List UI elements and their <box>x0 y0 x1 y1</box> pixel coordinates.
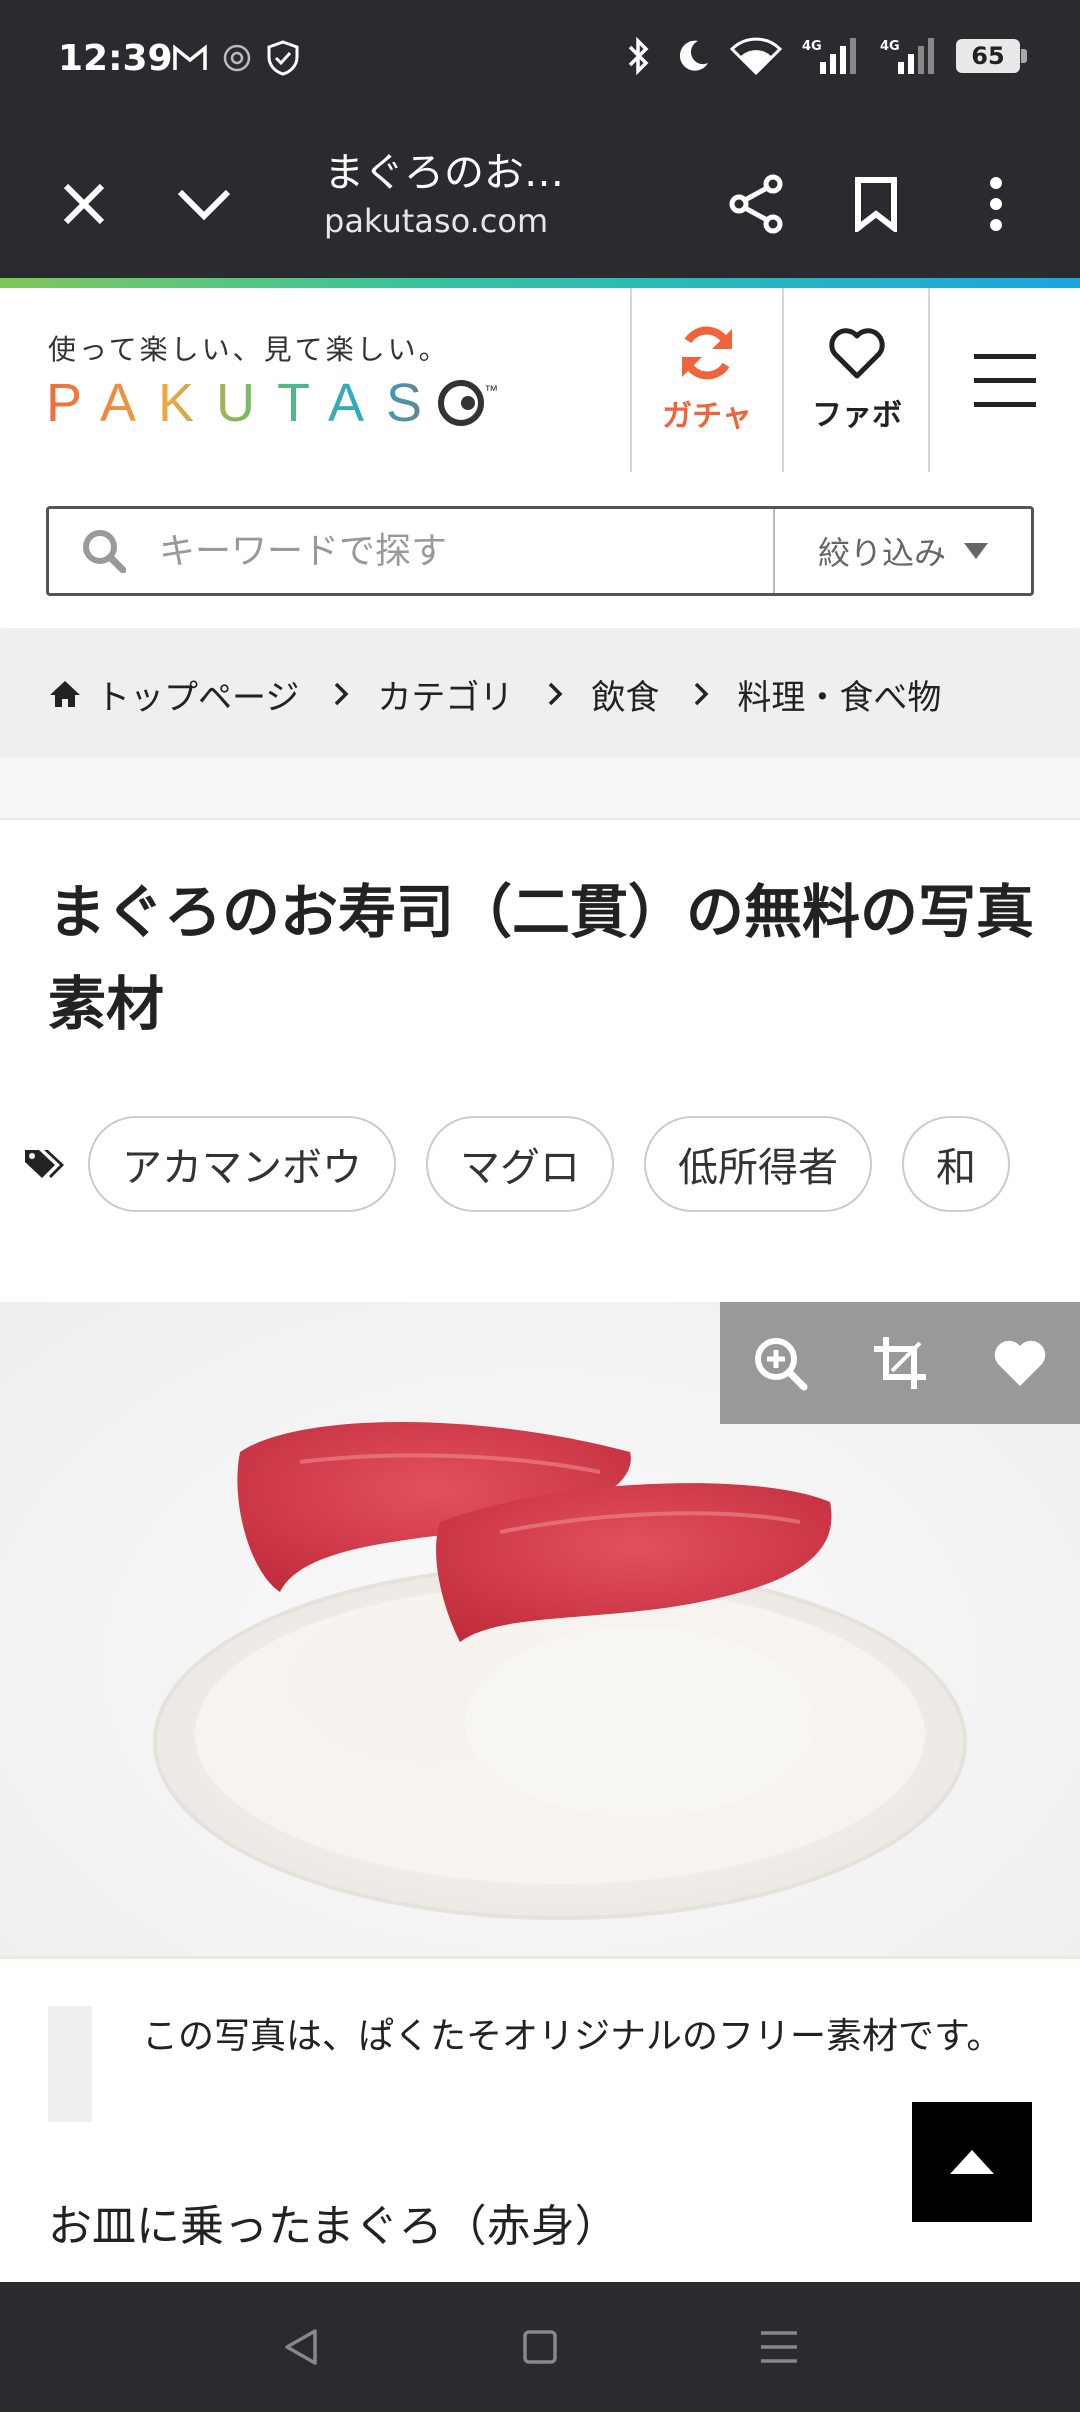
breadcrumb-home[interactable]: トップページ <box>48 670 299 719</box>
chevron-right-icon <box>547 681 563 707</box>
moon-icon <box>679 40 708 71</box>
favorites-button[interactable]: ファボ <box>782 288 930 472</box>
search-icon <box>83 530 126 573</box>
back-to-top-button[interactable] <box>912 2102 1032 2222</box>
battery-indicator: 65 <box>956 39 1027 73</box>
tags-icon <box>0 1147 88 1181</box>
at-sign-icon <box>223 44 251 72</box>
filter-dropdown[interactable]: 絞り込み <box>773 509 1031 593</box>
browser-url[interactable]: pakutaso.com <box>324 202 548 240</box>
license-note: この写真は、ぱくたそオリジナルのフリー素材です。 <box>142 2016 1003 2057</box>
breadcrumb: トップページ カテゴリ 飲食 料理・食べ物 <box>0 630 1080 758</box>
home-button-icon[interactable] <box>522 2329 558 2365</box>
gmail-icon <box>173 44 207 70</box>
close-icon <box>63 183 105 225</box>
caret-down-icon <box>964 543 988 559</box>
crop-icon[interactable] <box>872 1335 928 1391</box>
minimize-tab-button[interactable] <box>164 164 244 244</box>
signal-4g-icon: 4G <box>880 38 934 74</box>
note-accent-bar <box>48 2006 92 2122</box>
chevron-right-icon <box>333 681 349 707</box>
menu-button[interactable] <box>928 288 1080 472</box>
divider <box>0 1956 1080 1959</box>
bookmark-icon <box>855 177 897 232</box>
hamburger-menu-icon <box>974 354 1036 407</box>
share-button[interactable] <box>716 164 796 244</box>
signal-4g-icon: 4G <box>802 38 856 74</box>
logo-tm: ™ <box>484 382 499 398</box>
photo-caption: お皿に乗ったまぐろ（赤身） <box>48 2201 619 2252</box>
logo-o-mark <box>438 380 485 426</box>
wifi-icon <box>730 37 782 75</box>
breadcrumb-item[interactable]: 料理・食べ物 <box>737 670 941 719</box>
page-load-progress <box>0 278 1080 288</box>
site-logo[interactable]: PAKUTAS ™ <box>46 372 498 434</box>
bookmark-button[interactable] <box>836 164 916 244</box>
section-spacer <box>0 758 1080 820</box>
filter-label: 絞り込み <box>817 534 946 572</box>
search-icon-wrap[interactable] <box>49 509 159 593</box>
tag-chip[interactable]: 和 <box>902 1116 1010 1212</box>
status-right-icons: 4G 4G 65 <box>622 36 1027 76</box>
chevron-down-icon <box>177 189 231 221</box>
tag-chip[interactable]: 低所得者 <box>644 1116 872 1212</box>
chevron-right-icon <box>693 681 709 707</box>
tag-chip[interactable]: アカマンボウ <box>88 1116 396 1212</box>
more-vert-icon <box>990 177 1002 231</box>
more-options-button[interactable] <box>956 164 1036 244</box>
status-left-icons <box>172 40 300 76</box>
back-icon[interactable] <box>281 2327 321 2367</box>
shield-check-icon <box>267 40 299 76</box>
site-tagline: 使って楽しい、見て楽しい。 <box>48 333 450 366</box>
svg-text:4G: 4G <box>880 39 900 54</box>
close-tab-button[interactable] <box>44 164 124 244</box>
photo-toolbar <box>720 1302 1080 1424</box>
tag-list: アカマンボウ マグロ 低所得者 和 <box>0 1112 1040 1216</box>
arrow-up-icon <box>950 2150 994 2174</box>
gacha-label: ガチャ <box>662 399 752 434</box>
browser-toolbar: まぐろのお… pakutaso.com <box>0 124 1080 278</box>
home-icon <box>50 681 80 707</box>
breadcrumb-item[interactable]: 飲食 <box>591 670 659 719</box>
system-navigation-bar <box>0 2282 1080 2412</box>
browser-page-title[interactable]: まぐろのお… <box>324 140 564 198</box>
search-input[interactable] <box>159 509 773 593</box>
tag-chip[interactable]: マグロ <box>426 1116 614 1212</box>
heart-outline-icon <box>829 328 885 379</box>
search-bar: 絞り込み <box>46 506 1034 596</box>
logo-text: PAKUTAS <box>46 373 445 433</box>
gacha-button[interactable]: ガチャ <box>630 288 782 472</box>
refresh-icon <box>682 326 732 380</box>
heart-icon[interactable] <box>992 1338 1048 1388</box>
status-bar: 12:39 4G 4G 65 <box>0 0 1080 124</box>
favorites-label: ファボ <box>812 398 902 433</box>
bluetooth-icon <box>628 37 649 75</box>
breadcrumb-item[interactable]: カテゴリ <box>377 670 513 719</box>
svg-text:4G: 4G <box>802 39 822 54</box>
photo-preview[interactable] <box>0 1302 1080 1956</box>
status-time: 12:39 <box>58 38 173 79</box>
zoom-in-icon[interactable] <box>752 1335 808 1391</box>
page-title: まぐろのお寿司（二貫）の無料の写真素材 <box>48 878 1035 1038</box>
share-icon <box>729 174 783 234</box>
recents-menu-icon[interactable] <box>759 2329 799 2365</box>
site-header: 使って楽しい、見て楽しい。 PAKUTAS ™ ガチャ ファボ 絞り込み <box>0 288 1080 628</box>
breadcrumb-label: トップページ <box>96 677 300 718</box>
